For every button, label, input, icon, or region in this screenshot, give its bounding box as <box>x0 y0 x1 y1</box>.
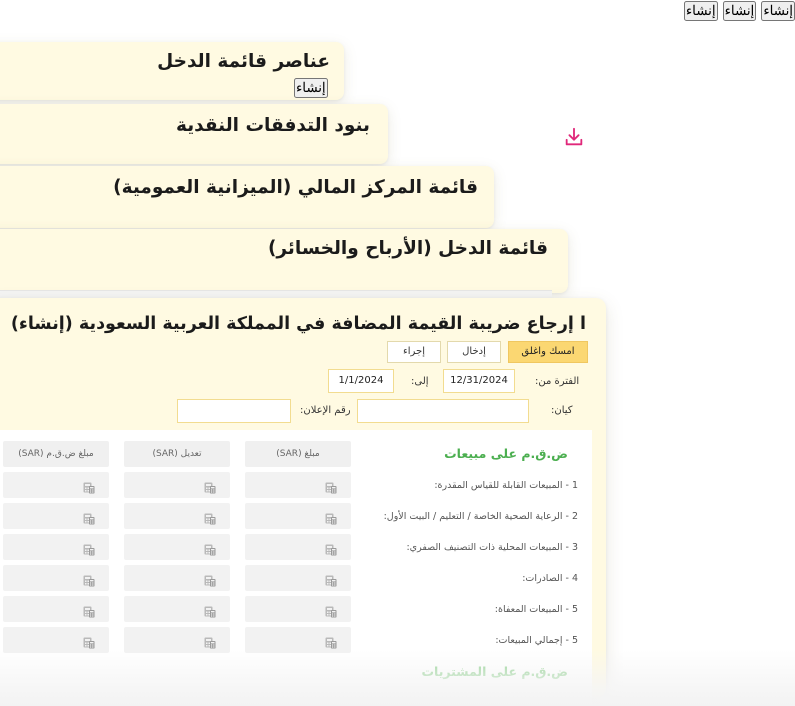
table-cell[interactable] <box>3 503 109 529</box>
calculator-icon[interactable] <box>325 634 337 649</box>
table-cell[interactable] <box>245 627 351 653</box>
table-cell[interactable] <box>3 565 109 591</box>
table-cell[interactable] <box>245 534 351 560</box>
table-cell[interactable] <box>124 472 230 498</box>
table-cell[interactable] <box>245 565 351 591</box>
declaration-number-field[interactable] <box>177 399 291 423</box>
row-label: 5 - إجمالي المبيعات: <box>495 635 578 646</box>
calculator-icon[interactable] <box>325 603 337 618</box>
create-button[interactable]: إنشاء <box>294 78 328 98</box>
table-cell[interactable] <box>245 596 351 622</box>
row-label: 1 - المبيعات القابلة للقياس المقدرة: <box>434 480 578 491</box>
card-profit-loss[interactable]: قائمة الدخل (الأرباح والخسائر) <box>0 229 568 293</box>
calculator-icon[interactable] <box>325 572 337 587</box>
calculator-icon[interactable] <box>204 479 216 494</box>
save-close-button[interactable]: امسك واغلق <box>508 341 588 363</box>
calculator-icon[interactable] <box>83 510 95 525</box>
download-icon[interactable] <box>563 126 585 148</box>
to-field[interactable]: 1/1/2024 <box>328 369 394 393</box>
period-from-field[interactable]: 12/31/2024 <box>443 369 515 393</box>
entity-field[interactable] <box>357 399 529 423</box>
calculator-icon[interactable] <box>83 572 95 587</box>
card-income-statement-items[interactable]: عناصر قائمة الدخل <box>0 42 344 100</box>
page-title: ا إرجاع ضريبة القيمة المضافة في المملكة … <box>10 314 586 334</box>
calculator-icon[interactable] <box>204 634 216 649</box>
create-button-profit-loss[interactable]: إنشاء <box>683 1 718 21</box>
table-cell[interactable] <box>3 534 109 560</box>
to-label: إلى: <box>411 376 429 387</box>
card-title: عناصر قائمة الدخل <box>157 51 330 72</box>
screen: عناصر قائمة الدخل بنود التدفقات النقدية … <box>0 0 795 706</box>
enter-button[interactable]: إدخال <box>447 341 501 363</box>
calculator-icon[interactable] <box>83 634 95 649</box>
card-title: بنود التدفقات النقدية <box>176 115 370 136</box>
column-header-amount: مبلغ (SAR) <box>245 441 351 467</box>
action-button[interactable]: إجراء <box>387 341 441 363</box>
column-header-adjustment: تعديل (SAR) <box>124 441 230 467</box>
table-cell[interactable] <box>3 627 109 653</box>
calculator-icon[interactable] <box>83 479 95 494</box>
calculator-icon[interactable] <box>83 603 95 618</box>
table-cell[interactable] <box>124 534 230 560</box>
calculator-icon[interactable] <box>325 479 337 494</box>
table-cell[interactable] <box>3 596 109 622</box>
card-cash-flow-items[interactable]: بنود التدفقات النقدية <box>0 104 388 164</box>
row-label: 4 - الصادرات: <box>522 573 578 584</box>
calculator-icon[interactable] <box>204 572 216 587</box>
purchases-vat-section-title: ض.ق.م على المشتريات <box>421 664 568 679</box>
column-header-vat-amount: مبلغ ض.ق.م (SAR) <box>3 441 109 467</box>
row-label: 3 - المبيعات المحلية ذات التصنيف الصفري: <box>406 542 578 553</box>
create-button-balance-sheet[interactable]: إنشاء <box>722 1 757 21</box>
calculator-icon[interactable] <box>325 541 337 556</box>
card-title: قائمة المركز المالي (الميزانية العمومية) <box>113 177 478 198</box>
declaration-number-label: رقم الإعلان: <box>300 405 351 416</box>
calculator-icon[interactable] <box>325 510 337 525</box>
row-label: 5 - المبيعات المعفاة: <box>494 604 578 615</box>
card-balance-sheet[interactable]: قائمة المركز المالي (الميزانية العمومية) <box>0 166 494 228</box>
table-cell[interactable] <box>124 596 230 622</box>
row-label: 2 - الرعاية الصحية الخاصة / التعليم / ال… <box>383 511 578 522</box>
background-table-strip <box>0 290 552 298</box>
table-cell[interactable] <box>124 565 230 591</box>
calculator-icon[interactable] <box>83 541 95 556</box>
sales-vat-section-title: ض.ق.م على مبيعات <box>444 446 568 461</box>
table-cell[interactable] <box>124 627 230 653</box>
create-button-cash-flow[interactable]: إنشاء <box>761 1 795 21</box>
calculator-icon[interactable] <box>204 603 216 618</box>
table-cell[interactable] <box>124 503 230 529</box>
period-from-label: الفترة من: <box>535 376 580 387</box>
table-cell[interactable] <box>3 472 109 498</box>
calculator-icon[interactable] <box>204 510 216 525</box>
table-cell[interactable] <box>245 472 351 498</box>
card-title: قائمة الدخل (الأرباح والخسائر) <box>267 238 548 259</box>
table-cell[interactable] <box>245 503 351 529</box>
entity-label: كيان: <box>551 405 573 416</box>
calculator-icon[interactable] <box>204 541 216 556</box>
